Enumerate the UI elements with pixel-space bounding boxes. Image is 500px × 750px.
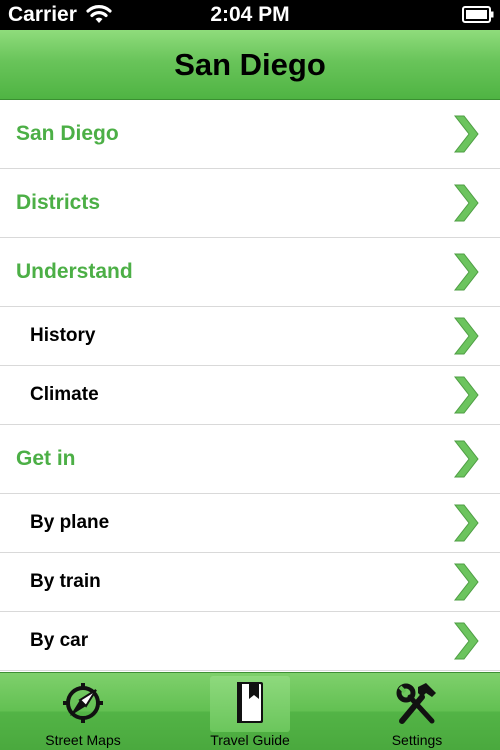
list-item-label: History: [30, 325, 96, 346]
book-icon: [237, 682, 263, 723]
tools-icon: [396, 683, 436, 724]
chevron-right-icon: [453, 504, 479, 542]
chevron-right-icon: [453, 253, 479, 291]
chevron-right-icon: [453, 317, 479, 355]
list-item-by-plane[interactable]: By plane: [0, 494, 500, 553]
list-item-by-train[interactable]: By train: [0, 553, 500, 612]
list-item-climate[interactable]: Climate: [0, 366, 500, 425]
tab-label: Street Maps: [45, 732, 121, 748]
list-item-label: San Diego: [16, 122, 119, 145]
list-item-label: Districts: [16, 191, 101, 214]
list-item-understand[interactable]: Understand: [0, 238, 500, 307]
chevron-right-icon: [453, 376, 479, 414]
guide-section-list: San Diego Districts Understand History C…: [0, 100, 500, 672]
status-time: 2:04 PM: [210, 3, 290, 26]
list-item-label: By plane: [30, 512, 110, 533]
tab-label: Settings: [391, 732, 443, 748]
compass-icon: [63, 683, 103, 723]
tab-label: Travel Guide: [210, 732, 290, 748]
list-item-label: By car: [30, 630, 89, 651]
chevron-right-icon: [453, 184, 479, 222]
list-item-history[interactable]: History: [0, 307, 500, 366]
navigation-bar: San Diego: [0, 30, 500, 100]
app-screen: Carrier 2:04 PM San Diego San Diego Dist…: [0, 0, 500, 750]
list-item-get-in[interactable]: Get in: [0, 425, 500, 494]
list-item-san-diego[interactable]: San Diego: [0, 100, 500, 169]
tab-settings[interactable]: Settings: [334, 675, 500, 750]
list-item-label: Understand: [16, 260, 133, 283]
list-item-label: Get in: [16, 447, 76, 470]
list-item-label: By train: [30, 571, 101, 592]
tab-travel-guide[interactable]: Travel Guide: [167, 675, 333, 750]
list-item-by-car[interactable]: By car: [0, 612, 500, 671]
chevron-right-icon: [453, 440, 479, 478]
chevron-right-icon: [453, 622, 479, 660]
chevron-right-icon: [453, 115, 479, 153]
tab-street-maps[interactable]: Street Maps: [0, 675, 166, 750]
page-title: San Diego: [174, 47, 326, 82]
battery-icon: [462, 6, 494, 23]
chevron-right-icon: [453, 563, 479, 601]
list-item-label: Climate: [30, 384, 99, 405]
tab-bar: Street Maps Travel Guide Settings: [0, 672, 500, 750]
list-item-districts[interactable]: Districts: [0, 169, 500, 238]
status-bar: Carrier 2:04 PM: [0, 0, 500, 30]
